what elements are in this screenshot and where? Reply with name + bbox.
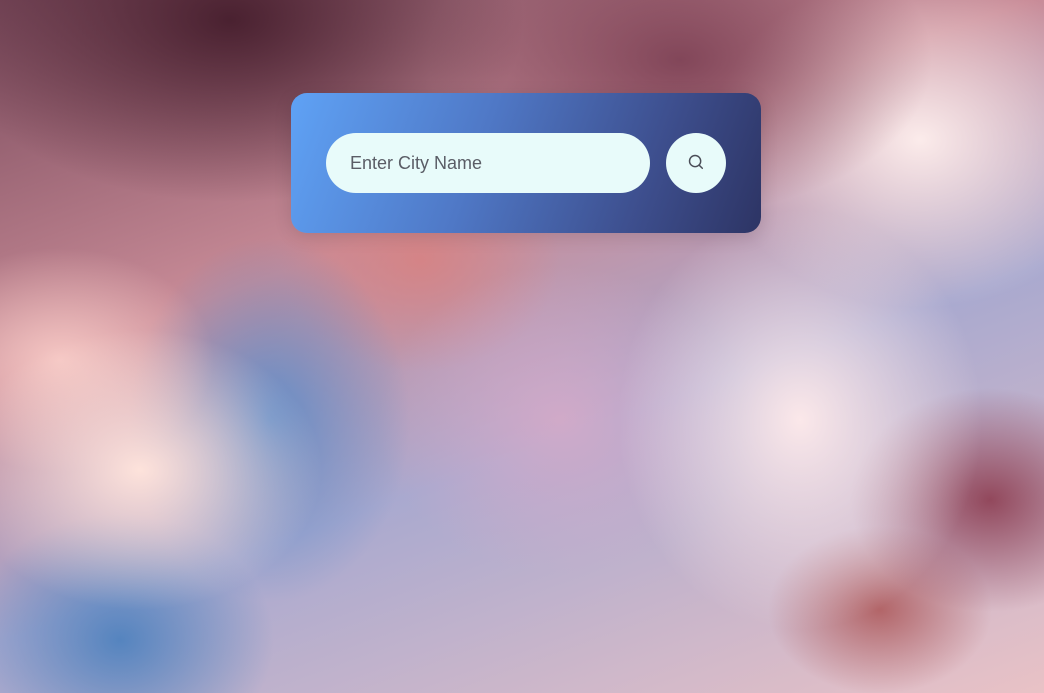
search-icon (687, 153, 705, 174)
sky-background (0, 0, 1044, 693)
search-button[interactable] (666, 133, 726, 193)
search-card (291, 93, 761, 233)
city-search-input[interactable] (326, 133, 650, 193)
